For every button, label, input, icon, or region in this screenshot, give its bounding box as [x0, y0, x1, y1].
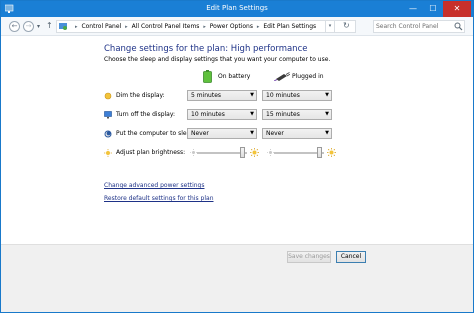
edit-plan-settings-window: Edit Plan Settings — ☐ ✕ ← → ▾ ↑ ▸ Contr…	[0, 0, 474, 313]
brightness-plugged-slider[interactable]	[267, 147, 336, 159]
brightness-battery-slider[interactable]	[190, 147, 259, 159]
selected-value: 10 minutes	[266, 92, 300, 99]
chevron-down-icon: ▼	[250, 111, 254, 117]
setting-label: Dim the display:	[116, 92, 165, 99]
breadcrumb-item[interactable]: Control Panel	[81, 23, 121, 30]
brightness-icon	[104, 149, 112, 157]
navigation-bar: ← → ▾ ↑ ▸ Control Panel ▸ All Control Pa…	[1, 17, 473, 36]
sleep-battery-select[interactable]: Never ▼	[187, 128, 257, 139]
breadcrumb-item[interactable]: All Control Panel Items	[132, 23, 200, 30]
setting-label: Put the computer to sleep:	[116, 130, 197, 137]
save-changes-button[interactable]: Save changes	[287, 251, 331, 263]
search-box[interactable]	[373, 20, 465, 33]
battery-icon	[203, 70, 212, 83]
brightness-high-icon	[250, 148, 259, 157]
dim-display-icon	[104, 92, 112, 100]
breadcrumb-separator-icon[interactable]: ▸	[125, 24, 128, 30]
breadcrumb-item[interactable]: Power Options	[210, 23, 253, 30]
setting-label: Turn off the display:	[116, 111, 175, 118]
setting-row-turn-off-display: Turn off the display: 10 minutes ▼ 15 mi…	[104, 109, 364, 121]
search-input[interactable]	[376, 22, 452, 31]
chevron-down-icon: ▼	[325, 92, 329, 98]
address-bar[interactable]: ▸ Control Panel ▸ All Control Panel Item…	[56, 20, 356, 33]
breadcrumb-separator-icon[interactable]: ▸	[203, 24, 206, 30]
main-content: Change settings for the plan: High perfo…	[1, 37, 473, 243]
sleep-icon	[104, 130, 112, 138]
page-title: Change settings for the plan: High perfo…	[104, 44, 308, 54]
selected-value: Never	[266, 130, 284, 137]
control-panel-icon	[59, 23, 67, 30]
address-dropdown-button[interactable]: ▾	[325, 20, 335, 33]
refresh-button[interactable]: ↻	[343, 21, 350, 30]
change-advanced-settings-link[interactable]: Change advanced power settings	[104, 182, 204, 189]
setting-row-brightness: Adjust plan brightness:	[104, 147, 364, 159]
selected-value: Never	[191, 130, 209, 137]
on-battery-label: On battery	[218, 73, 251, 80]
selected-value: 5 minutes	[191, 92, 222, 99]
cancel-button[interactable]: Cancel	[336, 251, 366, 263]
close-button[interactable]: ✕	[443, 1, 471, 17]
page-subtitle: Choose the sleep and display settings th…	[104, 56, 331, 63]
selected-value: 10 minutes	[191, 111, 225, 118]
breadcrumb: ▸ Control Panel ▸ All Control Panel Item…	[73, 23, 316, 30]
chevron-down-icon: ▼	[325, 111, 329, 117]
setting-row-dim-display: Dim the display: 5 minutes ▼ 10 minutes …	[104, 90, 364, 102]
title-bar: Edit Plan Settings — ☐ ✕	[1, 1, 473, 17]
turn-off-display-plugged-select[interactable]: 15 minutes ▼	[262, 109, 332, 120]
dim-display-battery-select[interactable]: 5 minutes ▼	[187, 90, 257, 101]
dim-display-plugged-select[interactable]: 10 minutes ▼	[262, 90, 332, 101]
forward-button[interactable]: →	[23, 21, 34, 32]
brightness-low-icon	[190, 149, 197, 156]
monitor-icon	[104, 111, 112, 119]
chevron-down-icon: ▼	[250, 130, 254, 136]
up-button[interactable]: ↑	[46, 21, 53, 30]
chevron-down-icon: ▼	[250, 92, 254, 98]
maximize-button[interactable]: ☐	[423, 1, 443, 17]
footer-bar: Save changes Cancel	[1, 244, 473, 312]
plugged-in-label: Plugged in	[292, 73, 324, 80]
back-button[interactable]: ←	[9, 21, 20, 32]
breadcrumb-item[interactable]: Edit Plan Settings	[263, 23, 316, 30]
slider-thumb[interactable]	[240, 147, 245, 158]
restore-defaults-link[interactable]: Restore default settings for this plan	[104, 195, 214, 202]
selected-value: 15 minutes	[266, 111, 300, 118]
chevron-down-icon: ▼	[325, 130, 329, 136]
brightness-low-icon	[267, 149, 274, 156]
turn-off-display-battery-select[interactable]: 10 minutes ▼	[187, 109, 257, 120]
setting-row-sleep: Put the computer to sleep: Never ▼ Never…	[104, 128, 364, 140]
setting-label: Adjust plan brightness:	[116, 149, 186, 156]
brightness-high-icon	[327, 148, 336, 157]
plug-icon	[274, 72, 290, 81]
search-icon[interactable]	[454, 22, 463, 31]
slider-thumb[interactable]	[317, 147, 322, 158]
breadcrumb-separator-icon: ▸	[75, 24, 78, 30]
breadcrumb-separator-icon[interactable]: ▸	[257, 24, 260, 30]
sleep-plugged-select[interactable]: Never ▼	[262, 128, 332, 139]
minimize-button[interactable]: —	[403, 1, 423, 17]
recent-locations-button[interactable]: ▾	[37, 23, 40, 30]
